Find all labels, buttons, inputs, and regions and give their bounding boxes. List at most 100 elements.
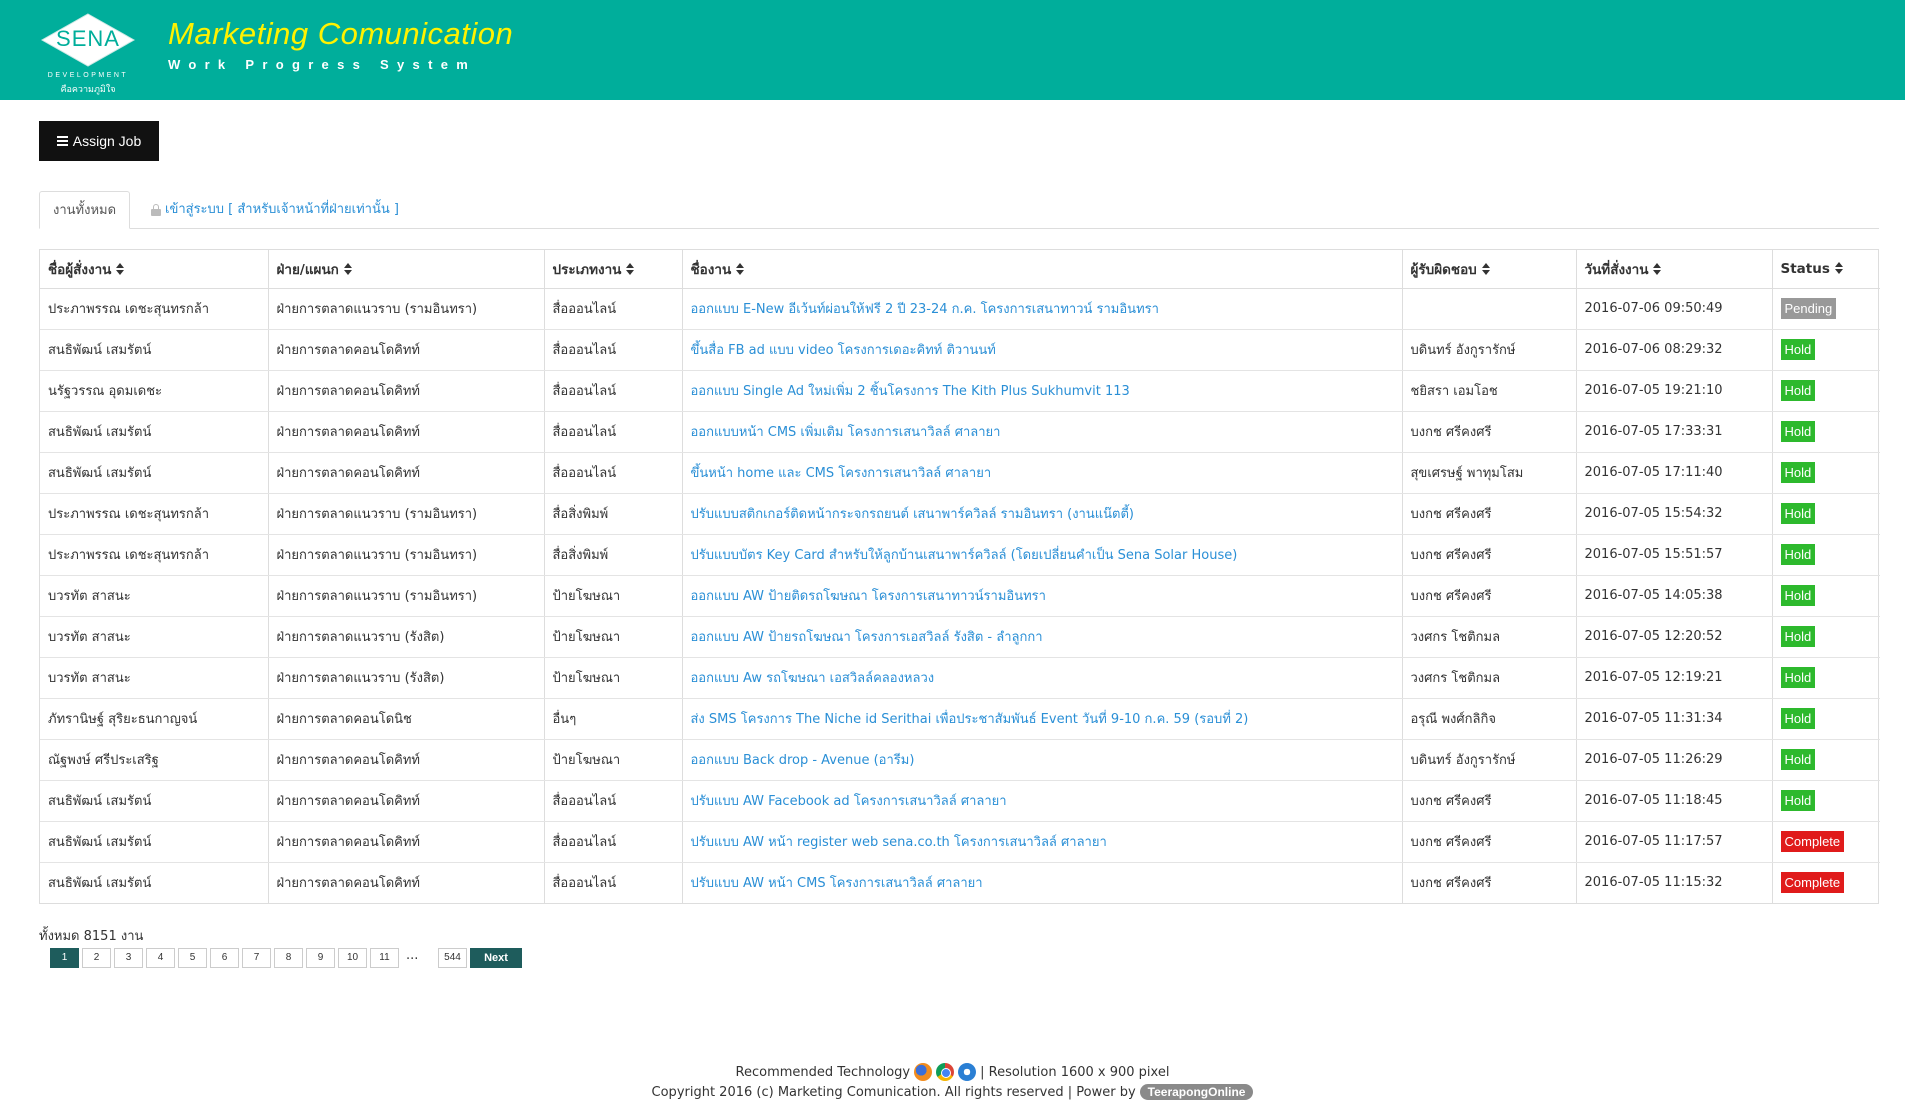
cell-type-text: อื่นๆ [552,712,577,727]
tab-all-jobs[interactable]: งานทั้งหมด [39,191,131,229]
job-link[interactable]: ปรับแบบ AW Facebook ad โครงการเสนาวิลล์ … [691,794,1007,809]
cell-requester-text: ประภาพรรณ เดชะสุนทรกล้า [48,548,210,563]
cell-owner: อรุณี พงศ์กลิกิจ [1402,698,1577,740]
column-header-requester[interactable]: ชื่อผู้สั่งงาน [40,250,269,289]
column-header-type[interactable]: ประเภทงาน [544,250,683,289]
page-button-7[interactable]: 7 [242,948,271,968]
job-link[interactable]: ออกแบบหน้า CMS เพิ่มเติม โครงการเสนาวิลล… [691,425,1001,440]
cell-department-text: ฝ่ายการตลาดคอนโดคิทท์ [276,425,421,440]
sena-logo[interactable]: SENA DEVELOPMENT คือความภูมิใจ [36,10,140,94]
cell-type-text: สื่อออนไลน์ [552,384,617,399]
job-link[interactable]: ออกแบบ E-New อีเว้นท์ผ่อนให้ฟรี 2 ปี 23-… [691,302,1159,317]
page-button-6[interactable]: 6 [210,948,239,968]
chrome-icon [936,1063,955,1081]
job-link[interactable]: ออกแบบ Single Ad ใหม่เพิ่ม 2 ชิ้นโครงการ… [691,384,1130,399]
cell-requester: ภัทรานิษฐ์ สุริยะธนกาญจน์ [40,698,269,740]
column-header-job[interactable]: ชื่องาน [682,250,1403,289]
column-header-date[interactable]: วันที่สั่งงาน [1576,250,1773,289]
table-row: สนธิพัฒน์ เสมรัตน์ ฝ่ายการตลาดคอนโดคิทท์ ส… [40,821,1880,863]
job-link[interactable]: ออกแบบ AW ป้ายรถโฆษณา โครงการเอสวิลล์ รั… [691,630,1043,645]
cell-requester: ประภาพรรณ เดชะสุนทรกล้า [40,534,269,576]
cell-department: ฝ่ายการตลาดแนวราบ (รามอินทรา) [268,288,545,330]
column-header-status[interactable]: Status [1772,250,1880,289]
sort-icon [116,262,125,275]
cell-job: ออกแบบ AW ป้ายรถโฆษณา โครงการเอสวิลล์ รั… [682,616,1403,658]
cell-requester-text: นรัฐวรรณ อุดมเดชะ [48,384,163,399]
job-link[interactable]: ปรับแบบ AW หน้า CMS โครงการเสนาวิลล์ ศาล… [691,876,983,891]
job-link[interactable]: ส่ง SMS โครงการ The Niche id Serithai เพ… [691,712,1249,727]
cell-date-text: 2016-07-05 11:31:34 [1584,711,1723,726]
cell-owner-text: ชยิสรา เอมโอช [1410,384,1498,399]
table-row: สนธิพัฒน์ เสมรัตน์ ฝ่ายการตลาดคอนโดคิทท์ ส… [40,452,1880,494]
page-button-2[interactable]: 2 [82,948,111,968]
cell-status: Hold [1772,698,1880,740]
status-badge: Complete [1780,831,1845,852]
cell-department: ฝ่ายการตลาดแนวราบ (รามอินทรา) [268,493,545,535]
next-page-button[interactable]: Next [470,948,522,968]
cell-type-text: สื่อออนไลน์ [552,343,617,358]
tab-bar: งานทั้งหมด เข้าสู่ระบบ [ สำหรับเจ้าหน้าท… [39,191,1879,229]
page-button-3[interactable]: 3 [114,948,143,968]
column-header-department[interactable]: ฝ่าย/แผนก [268,250,545,289]
cell-date-text: 2016-07-05 17:11:40 [1584,465,1723,480]
cell-department-text: ฝ่ายการตลาดคอนโดนิช [276,712,412,727]
cell-date-text: 2016-07-05 12:20:52 [1584,629,1723,644]
cell-date-text: 2016-07-06 09:50:49 [1584,301,1723,316]
assign-job-button[interactable]: Assign Job [39,121,159,161]
cell-date: 2016-07-05 17:33:31 [1576,411,1773,453]
cell-department: ฝ่ายการตลาดแนวราบ (รามอินทรา) [268,575,545,617]
cell-type: ป้ายโฆษณา [544,616,683,658]
page-button-last[interactable]: 544 [438,948,467,968]
cell-date: 2016-07-05 14:05:38 [1576,575,1773,617]
page-button-10[interactable]: 10 [338,948,367,968]
sort-icon [1834,261,1844,274]
cell-date-text: 2016-07-05 11:17:57 [1584,834,1723,849]
page-button-1[interactable]: 1 [50,948,79,968]
cell-requester: สนธิพัฒน์ เสมรัตน์ [40,862,269,903]
cell-status: Hold [1772,452,1880,494]
cell-requester-text: บวรทัต สาสนะ [48,671,131,686]
page-button-5[interactable]: 5 [178,948,207,968]
cell-requester: ประภาพรรณ เดชะสุนทรกล้า [40,288,269,330]
cell-date-text: 2016-07-05 15:54:32 [1584,506,1723,521]
job-link[interactable]: ปรับแบบบัตร Key Card สำหรับให้ลูกบ้านเสน… [691,548,1238,563]
cell-job: ส่ง SMS โครงการ The Niche id Serithai เพ… [682,698,1403,740]
cell-owner: สุขเศรษฐ์ พาทุมโสม [1402,452,1577,494]
cell-requester: ณัฐพงษ์ ศรีประเสริฐ [40,739,269,781]
jobs-table: ชื่อผู้สั่งงาน ฝ่าย/แผนก ประเภทงาน ชื่อง… [39,249,1880,904]
column-header-owner[interactable]: ผู้รับผิดชอบ [1402,250,1577,289]
sort-icon [626,262,635,275]
job-link[interactable]: ออกแบบ AW ป้ายติดรถโฆษณา โครงการเสนาทาวน… [691,589,1046,604]
cell-type: ป้ายโฆษณา [544,739,683,781]
cell-job: ขึ้นสื่อ FB ad แบบ video โครงการเดอะคิทท… [682,329,1403,371]
cell-type-text: สื่อออนไลน์ [552,835,617,850]
tab-login[interactable]: เข้าสู่ระบบ [ สำหรับเจ้าหน้าที่ฝ่ายเท่าน… [145,191,405,229]
power-by-badge[interactable]: TeerapongOnline [1139,1084,1254,1100]
cell-type-text: ป้ายโฆษณา [552,630,621,645]
job-link[interactable]: ปรับแบบสติกเกอร์ติดหน้ากระจกรถยนต์ เสนาพ… [691,507,1134,522]
table-row: บวรทัต สาสนะ ฝ่ายการตลาดแนวราบ (รังสิต) ป้… [40,616,1880,658]
status-badge: Hold [1780,626,1816,647]
cell-requester-text: ภัทรานิษฐ์ สุริยะธนกาญจน์ [48,712,198,727]
cell-date: 2016-07-05 15:54:32 [1576,493,1773,535]
menu-icon [56,136,68,146]
job-link[interactable]: ออกแบบ Aw รถโฆษณา เอสวิลล์คลองหลวง [691,671,935,686]
cell-date: 2016-07-06 08:29:32 [1576,329,1773,371]
job-link[interactable]: ขึ้นหน้า home และ CMS โครงการเสนาวิลล์ ศ… [691,466,992,481]
cell-owner-text: บงกช ศรีคงศรี [1410,835,1492,850]
cell-type: สื่อออนไลน์ [544,452,683,494]
logo-sub: DEVELOPMENT [47,72,129,79]
cell-type-text: สื่อสิ่งพิมพ์ [552,548,609,563]
cell-type-text: สื่อออนไลน์ [552,794,617,809]
page-button-8[interactable]: 8 [274,948,303,968]
page-button-9[interactable]: 9 [306,948,335,968]
table-row: บวรทัต สาสนะ ฝ่ายการตลาดแนวราบ (รามอินทรา… [40,575,1880,617]
page-button-11[interactable]: 11 [370,948,399,968]
job-link[interactable]: ปรับแบบ AW หน้า register web sena.co.th … [691,835,1107,850]
page-button-4[interactable]: 4 [146,948,175,968]
cell-job: ออกแบบ E-New อีเว้นท์ผ่อนให้ฟรี 2 ปี 23-… [682,288,1403,330]
job-link[interactable]: ขึ้นสื่อ FB ad แบบ video โครงการเดอะคิทท… [691,343,996,358]
job-link[interactable]: ออกแบบ Back drop - Avenue (อารีม) [691,753,915,768]
cell-requester-text: สนธิพัฒน์ เสมรัตน์ [48,466,152,481]
cell-owner-text: วงศกร โชติกมล [1410,671,1501,686]
